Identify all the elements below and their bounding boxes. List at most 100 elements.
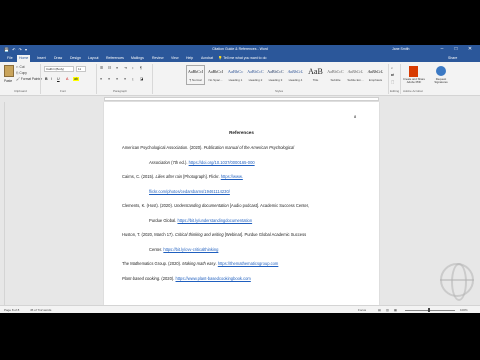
style-emphasis[interactable]: AaBbCcL Emphasis: [366, 65, 385, 85]
style-heading-3[interactable]: AaBbCcC Heading 3: [266, 65, 285, 85]
quick-access-toolbar[interactable]: 💾 ↶ ↷ ▾: [4, 47, 28, 52]
window-title: Citation Guide & References - Word: [212, 47, 268, 51]
web-layout-icon[interactable]: ▦: [394, 308, 397, 312]
style-heading-2[interactable]: AaBbCcC Heading 2: [246, 65, 265, 85]
page-count[interactable]: Page 8 of 8: [4, 308, 19, 312]
reference-link[interactable]: https://www.: [221, 174, 243, 179]
style-name: No Spac...: [208, 78, 223, 82]
style-sample: AaBbCcI: [207, 69, 224, 74]
format-painter-button[interactable]: 🖌 Format Painter: [16, 77, 42, 81]
style-normal[interactable]: AaBbCcI ¶ Normal: [186, 65, 205, 85]
style-sample: AaBbCcI: [187, 69, 204, 74]
tab-insert[interactable]: Insert: [35, 55, 48, 62]
minimize-button[interactable]: –: [436, 46, 448, 53]
tab-layout[interactable]: Layout: [86, 55, 101, 62]
style-heading-1[interactable]: AaBbCc Heading 1: [226, 65, 245, 85]
style-subtle-emphasis[interactable]: AaBbCcL Subtle Em...: [346, 65, 365, 85]
document-page[interactable]: 8 References American Psychological Asso…: [104, 102, 379, 305]
reference-link[interactable]: https://doi.org/10.1037/0000165-000: [189, 160, 255, 165]
style-no-spacing[interactable]: AaBbCcI No Spac...: [206, 65, 225, 85]
style-subtitle[interactable]: AaBbCcC Subtitle: [326, 65, 345, 85]
find-icon[interactable]: ⌕: [391, 66, 393, 70]
share-button[interactable]: Share: [448, 55, 457, 62]
zoom-slider-handle[interactable]: [428, 308, 430, 312]
tab-acrobat[interactable]: Acrobat: [199, 55, 215, 62]
font-color-icon[interactable]: A: [66, 77, 68, 81]
reference-link[interactable]: flickr.com/photos/cedarsbarns/1946111423…: [149, 189, 230, 194]
tab-review[interactable]: Review: [150, 55, 165, 62]
style-title[interactable]: AaB Title: [306, 65, 325, 85]
reference-link[interactable]: https://www.plant-basedcookingbook.com: [176, 276, 251, 281]
reference-link[interactable]: https://bit.ly/cvv-criticalthinking: [163, 247, 218, 252]
reference-title-text: Making math easy: [182, 261, 216, 266]
word-count[interactable]: 45 of 712 words: [30, 308, 51, 312]
clipboard-group-label: Clipboard: [14, 89, 27, 93]
highlight-icon[interactable]: ab: [73, 77, 79, 81]
create-share-pdf-button[interactable]: Create and Share Adobe PDF: [402, 77, 426, 85]
numbering-icon[interactable]: ☷: [108, 66, 111, 70]
align-center-icon[interactable]: ≡: [108, 77, 110, 81]
tab-references[interactable]: References: [104, 55, 126, 62]
shading-icon[interactable]: ◪: [140, 77, 143, 81]
tell-me-search[interactable]: 💡 Tell me what you want to do: [218, 55, 266, 62]
tab-design[interactable]: Design: [68, 55, 83, 62]
justify-icon[interactable]: ≡: [124, 77, 126, 81]
maximize-button[interactable]: □: [450, 46, 462, 53]
sort-icon[interactable]: ↕: [132, 66, 134, 70]
align-left-icon[interactable]: ≡: [100, 77, 102, 81]
italic-button[interactable]: I: [51, 77, 52, 81]
font-name-box[interactable]: Calibri (Body): [44, 66, 74, 72]
style-sample: AaBbCc: [227, 69, 244, 74]
style-name: Subtitle: [330, 78, 341, 82]
tab-home[interactable]: Home: [17, 55, 31, 62]
references-heading: References: [229, 130, 254, 135]
align-right-icon[interactable]: ≡: [116, 77, 118, 81]
cut-button[interactable]: ✂ Cut: [16, 65, 25, 69]
focus-button[interactable]: Focus: [358, 308, 366, 312]
select-icon[interactable]: ⬚: [391, 80, 394, 84]
tab-mailings[interactable]: Mailings: [129, 55, 146, 62]
request-signatures-button[interactable]: Request Signatures: [429, 77, 453, 85]
tab-help[interactable]: Help: [184, 55, 195, 62]
tab-file[interactable]: File: [5, 55, 15, 62]
bold-button[interactable]: B: [45, 77, 48, 81]
multilevel-list-icon[interactable]: ≡: [116, 66, 118, 70]
zoom-slider[interactable]: [405, 309, 455, 311]
style-name: Heading 3: [268, 78, 283, 82]
paste-icon[interactable]: [4, 65, 14, 77]
print-layout-icon[interactable]: ▥: [386, 308, 389, 312]
styles-group-label: Styles: [275, 89, 284, 93]
replace-icon[interactable]: ⇄: [391, 73, 394, 77]
reference-link[interactable]: https://themathematicsgroup.com: [218, 261, 279, 266]
word-window: 💾 ↶ ↷ ▾ Citation Guide & References - Wo…: [0, 45, 480, 313]
signature-icon[interactable]: [436, 66, 446, 76]
paste-button[interactable]: Paste: [4, 79, 12, 83]
ruler-scale: [104, 97, 379, 101]
line-spacing-icon[interactable]: ↨: [132, 77, 134, 81]
underline-button[interactable]: U: [57, 77, 60, 81]
reference-link[interactable]: https://bit.ly/understandingdocumentatio…: [177, 218, 252, 223]
tab-draw[interactable]: Draw: [52, 55, 64, 62]
style-sample: AaBbCcC: [267, 69, 284, 74]
reference-entry-continuation: flickr.com/photos/cedarsbarns/1946111423…: [149, 189, 230, 194]
vertical-ruler[interactable]: [0, 102, 5, 305]
user-name[interactable]: Jane Smith: [392, 47, 410, 51]
read-mode-icon[interactable]: ▤: [378, 308, 381, 312]
copy-button[interactable]: ⎘ Copy: [16, 71, 27, 75]
style-name: Title: [312, 78, 319, 82]
editing-group-label: Editing: [390, 89, 400, 93]
font-size-box[interactable]: 11: [76, 66, 86, 72]
close-button[interactable]: ✕: [464, 46, 476, 53]
ribbon-separator: [96, 64, 97, 94]
bullets-icon[interactable]: ☰: [100, 66, 103, 70]
style-heading-4[interactable]: AaBbCcL Heading 4: [286, 65, 305, 85]
indent-icon[interactable]: ⇥: [124, 66, 127, 70]
adobe-pdf-icon[interactable]: [409, 66, 418, 77]
show-formatting-icon[interactable]: ¶: [140, 66, 142, 70]
title-bar: 💾 ↶ ↷ ▾ Citation Guide & References - Wo…: [0, 45, 480, 54]
reference-text: [Webinar]. Purdue Global Academic Succes…: [223, 232, 307, 237]
reference-entry-continuation: Association (7th ed.). https://doi.org/1…: [149, 160, 255, 165]
style-sample: AaBbCcL: [287, 69, 304, 74]
zoom-level[interactable]: 100%: [460, 308, 468, 312]
tab-view[interactable]: View: [169, 55, 181, 62]
